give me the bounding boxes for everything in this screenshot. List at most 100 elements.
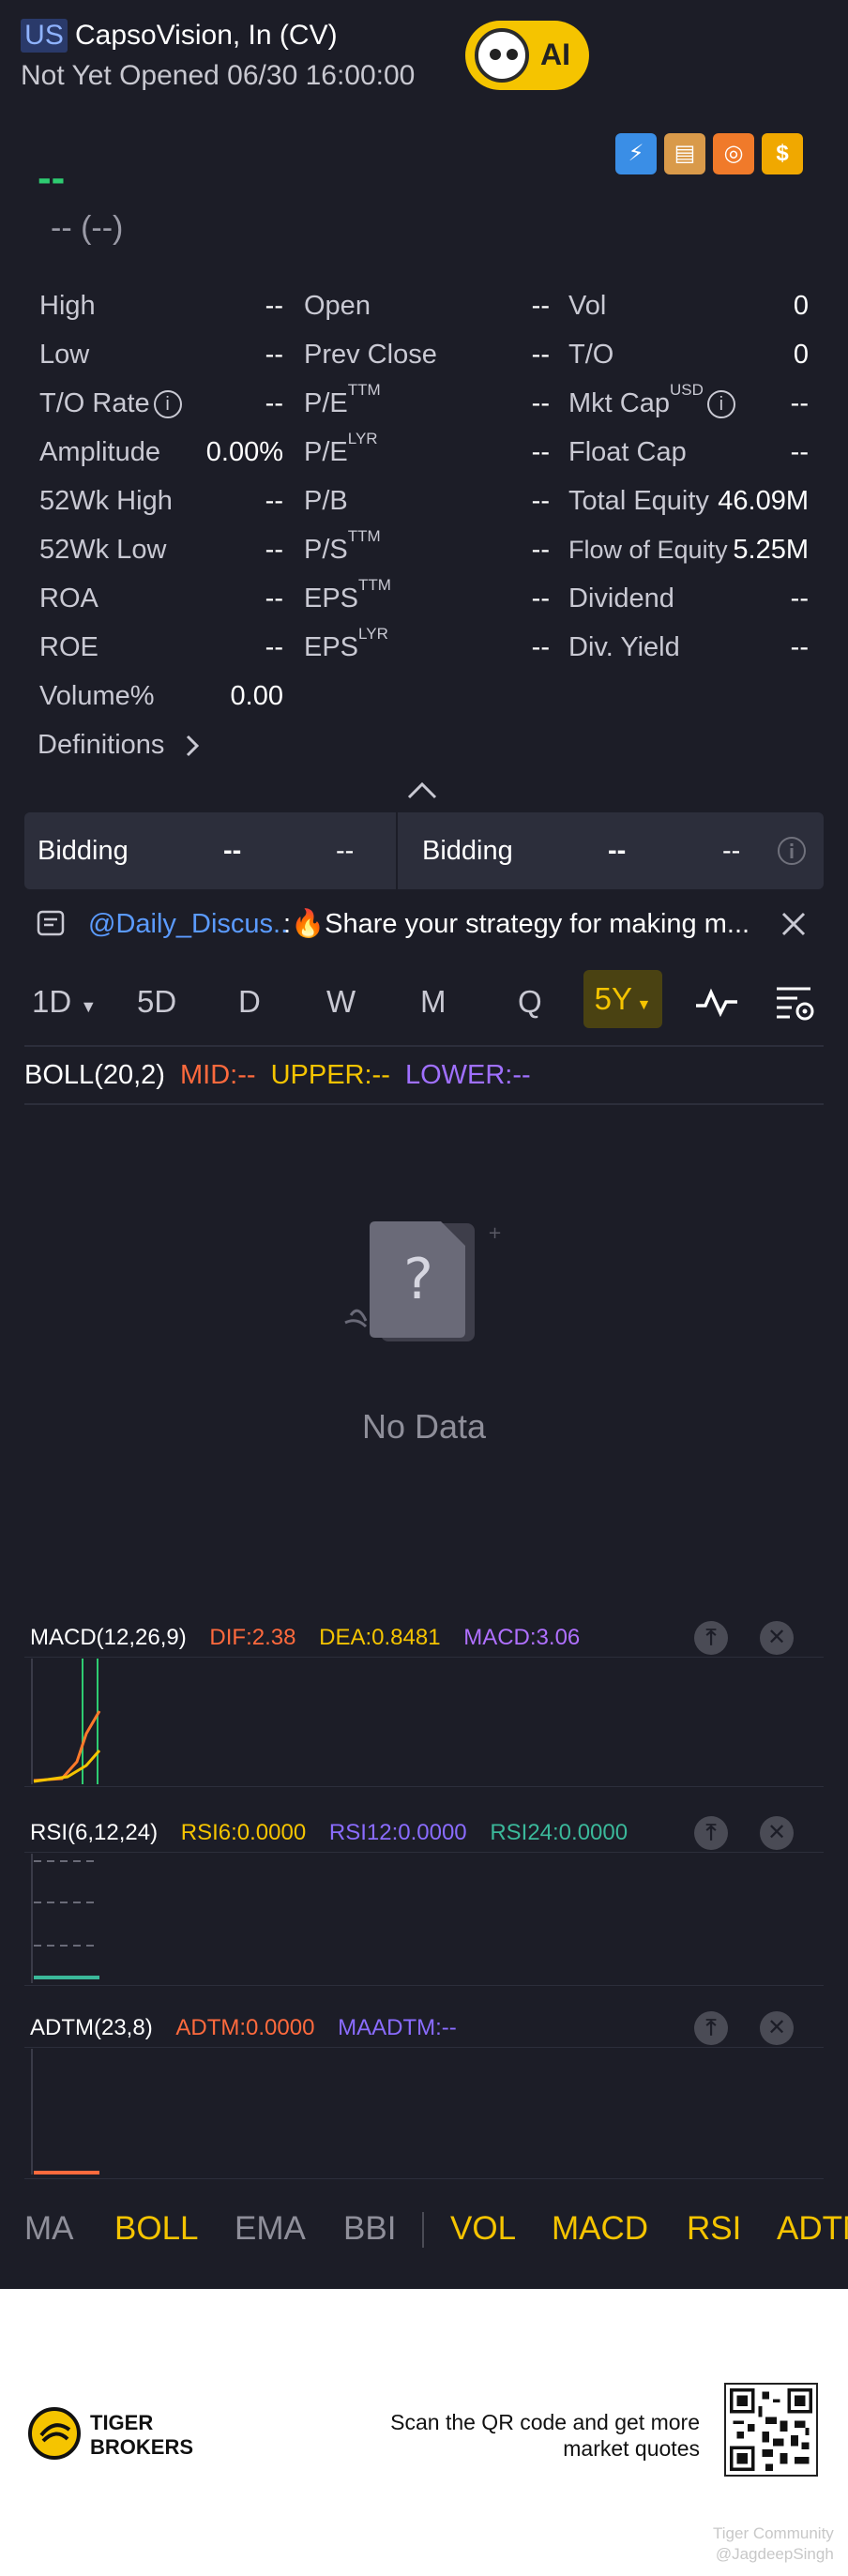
period-q[interactable]: Q [518, 976, 542, 1028]
stat-value: -- [265, 340, 283, 370]
divider [24, 1103, 824, 1105]
tab-boll[interactable]: BOLL [114, 2199, 199, 2259]
dollar-icon[interactable]: $ [762, 133, 803, 174]
stat-label: Volume% [39, 681, 155, 711]
boll-lower: LOWER:-- [404, 1060, 531, 1090]
stat-label: Low [39, 340, 90, 370]
divider [24, 2178, 824, 2179]
divider [24, 2047, 824, 2048]
chevron-up-icon[interactable] [405, 779, 439, 801]
stat-label: P/E [304, 388, 348, 418]
macd-name: MACD(12,26,9) [30, 1625, 187, 1650]
stat-label-sup: USD [669, 381, 704, 399]
stat-label: P/E [304, 437, 348, 467]
stats-grid: High -- Open -- Vol 0 Low -- Prev Close … [39, 281, 809, 720]
stat-label: ROE [39, 632, 98, 662]
period-d[interactable]: D [238, 976, 261, 1028]
stats-row: ROE -- EPSLYR -- Div. Yield -- [39, 623, 809, 672]
info-icon[interactable] [777, 836, 807, 866]
tab-rsi[interactable]: RSI [687, 2199, 741, 2259]
stat-value: -- [790, 388, 809, 418]
watermark: Tiger Community @JagdeepSingh [713, 2523, 834, 2565]
chevron-right-icon [187, 735, 200, 757]
stock-title[interactable]: CapsoVision, In (CV) [75, 19, 338, 53]
svg-text:+: + [488, 1223, 502, 1243]
chart-type-icon[interactable] [694, 985, 739, 1019]
close-indicator-icon[interactable]: ✕ [760, 1621, 794, 1655]
tab-ema[interactable]: EMA [235, 2199, 306, 2259]
tab-separator [422, 2212, 424, 2248]
stats-row: T/O Rate i -- P/ETTM -- Mkt CapUSDi -- [39, 379, 809, 428]
definitions-label: Definitions [38, 730, 165, 760]
stats-row: Volume% 0.00 [39, 672, 809, 720]
stat-label: Div. Yield [568, 632, 680, 662]
stat-label-sup: TTM [358, 576, 391, 594]
tiger-logo-icon [28, 2407, 81, 2460]
stat-label: P/B [304, 486, 348, 516]
close-indicator-icon[interactable]: ✕ [760, 2011, 794, 2045]
pin-top-icon[interactable]: ⤒ [694, 1621, 728, 1655]
stat-value: 0 [793, 291, 809, 321]
ai-button[interactable]: AI [465, 21, 589, 90]
rsi12-value: RSI12:0.0000 [328, 1820, 467, 1845]
discussion-text: :🔥Share your strategy for making m... [283, 909, 750, 939]
period-1d[interactable]: 1D ▼ [32, 976, 97, 1033]
stat-value: -- [790, 632, 809, 662]
divider [24, 1852, 824, 1853]
stat-label: T/O Rate [39, 388, 150, 418]
pin-top-icon[interactable]: ⤒ [694, 2011, 728, 2045]
stat-label: T/O [568, 340, 614, 370]
boll-mid: MID:-- [179, 1060, 256, 1090]
stat-value: -- [265, 583, 283, 614]
adtm-legend: ADTM(23,8) ADTM:0.0000 MAADTM:-- [30, 2009, 457, 2047]
period-w[interactable]: W [326, 976, 356, 1028]
ring-icon[interactable]: ◎ [713, 133, 754, 174]
stat-label: Total Equity [568, 486, 709, 516]
period-m[interactable]: M [420, 976, 447, 1028]
brand-line2: BROKERS [90, 2435, 194, 2459]
tab-macd[interactable]: MACD [552, 2199, 648, 2259]
divider [24, 1786, 824, 1787]
discussion-handle[interactable]: @Daily_Discus.. [88, 896, 288, 952]
stat-label-sup: TTM [347, 527, 381, 545]
period-5y[interactable]: 5Y ▼ [583, 970, 662, 1028]
stat-label: ROA [39, 583, 98, 614]
stat-label: Open [304, 291, 371, 321]
bid-label: Bidding [38, 836, 129, 866]
stat-value: 0 [793, 340, 809, 370]
stat-value: -- [790, 437, 809, 467]
chat-icon [37, 910, 65, 936]
boll-legend: BOLL(20,2) MID:-- UPPER:-- LOWER:-- [24, 1054, 531, 1096]
price-change: -- (--) [51, 210, 124, 246]
stack-icon[interactable]: ▤ [664, 133, 705, 174]
tab-vol[interactable]: VOL [450, 2199, 516, 2259]
tab-bbi[interactable]: BBI [343, 2199, 396, 2259]
tab-ma[interactable]: MA [24, 2199, 74, 2259]
stats-row: Low -- Prev Close -- T/O 0 [39, 330, 809, 379]
bid-size: -- [336, 836, 355, 866]
stat-label: Vol [568, 291, 607, 321]
discussion-banner[interactable]: @Daily_Discus.. :🔥Share your strategy fo… [24, 896, 824, 952]
rsi-name: RSI(6,12,24) [30, 1820, 159, 1845]
last-price: -- [38, 155, 66, 201]
pin-top-icon[interactable]: ⤒ [694, 1816, 728, 1850]
lightning-icon[interactable]: ⚡ [615, 133, 657, 174]
stat-value: -- [531, 583, 550, 614]
tab-adtm[interactable]: ADTM [777, 2199, 848, 2259]
divider [24, 1045, 824, 1047]
period-5d[interactable]: 5D [137, 976, 176, 1028]
ask-size: -- [722, 836, 741, 866]
svg-text:?: ? [403, 1247, 433, 1312]
qr-code [724, 2383, 818, 2477]
definitions-link[interactable]: Definitions [38, 730, 202, 761]
stock-detail-screen: US CapsoVision, In (CV) Not Yet Opened 0… [0, 0, 848, 2289]
rsi-legend: RSI(6,12,24) RSI6:0.0000 RSI12:0.0000 RS… [30, 1814, 628, 1852]
stat-label-sup: LYR [347, 430, 378, 447]
chart-settings-icon[interactable] [775, 985, 816, 1023]
close-indicator-icon[interactable]: ✕ [760, 1816, 794, 1850]
macd-value: MACD:3.06 [463, 1625, 581, 1650]
bid-label: Bidding [422, 836, 513, 866]
close-icon[interactable] [780, 911, 807, 937]
scan-text: Scan the QR code and get more market quo… [390, 2410, 700, 2461]
stat-label: P/S [304, 535, 348, 565]
